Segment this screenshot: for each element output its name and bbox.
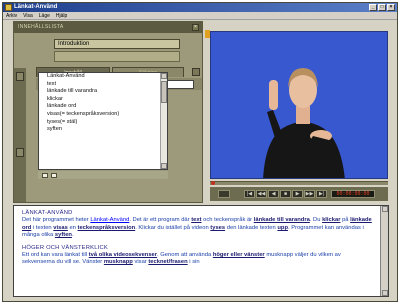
list-item[interactable]: länkade ord <box>39 103 167 111</box>
text-span: . <box>288 224 290 231</box>
text-span: och teckenspråk är <box>203 217 253 224</box>
skip-end-button[interactable]: ▶| <box>316 190 327 198</box>
scroll-down-icon[interactable] <box>161 163 167 169</box>
linked-word[interactable]: text <box>191 217 201 223</box>
menu-visa[interactable]: Visa <box>23 12 33 19</box>
list-item[interactable]: syften <box>39 126 167 134</box>
text-scrollbar[interactable] <box>380 206 388 296</box>
linked-word[interactable]: teckenspråksversion <box>78 225 136 231</box>
timeline-knob[interactable] <box>211 181 215 185</box>
menu-hjalp[interactable]: Hjälp <box>56 12 67 19</box>
menu-arkiv[interactable]: Arkiv <box>6 12 17 19</box>
play-button[interactable]: ▶ <box>292 190 303 198</box>
text-pane[interactable]: LÄNKAT-ANVÄND Det här programmet heter L… <box>13 205 389 297</box>
side-tool-button[interactable] <box>16 72 24 81</box>
list-item[interactable]: klickar <box>39 96 167 104</box>
window-title: Länkat-Använd <box>14 4 58 10</box>
topic-list: Länkat-Använd text länkade till varandra… <box>38 72 168 170</box>
text-span: den länkade texten <box>226 224 276 231</box>
close-button[interactable]: × <box>387 4 395 11</box>
menu-bar: Arkiv Visa Läge Hjälp <box>3 12 397 20</box>
skip-start-button[interactable]: |◀ <box>244 190 255 198</box>
scroll-up-icon[interactable] <box>382 206 388 212</box>
text-span: . Klickar du istället på videon <box>135 224 209 231</box>
volume-icon[interactable] <box>218 190 230 198</box>
signer-video-image <box>263 68 345 178</box>
maximize-button[interactable]: □ <box>378 4 386 11</box>
text-span: i sin <box>189 259 200 266</box>
section-heading: HÖGER OCH VÄNSTERKLICK <box>22 244 108 251</box>
minimize-button[interactable]: _ <box>369 4 377 11</box>
list-item[interactable]: tyses(= stäl) <box>39 119 167 127</box>
fast-forward-button[interactable]: ▶▶ <box>304 190 315 198</box>
text-content: LÄNKAT-ANVÄND Det här programmet heter L… <box>22 210 374 267</box>
current-title-field[interactable]: Introduktion <box>54 39 180 49</box>
player-controls: |◀ ◀◀ ◀ ■ ▶ ▶▶ ▶| 00:00:00:00 <box>210 187 388 201</box>
rewind-button[interactable]: ◀◀ <box>256 190 267 198</box>
linked-word[interactable]: höger eller vänster <box>213 252 265 258</box>
time-counter: 00:00:00:00 <box>331 190 375 198</box>
side-toolbar <box>14 68 26 202</box>
text-span: en <box>69 224 76 231</box>
text-span: i texten <box>32 224 52 231</box>
text-span: Ett ord kan vara länkat till <box>22 252 88 259</box>
text-span: . Du <box>309 217 321 224</box>
video-player[interactable] <box>210 31 388 179</box>
panel-header: INNEHÅLLSLISTA <box>14 22 202 33</box>
text-span: . <box>71 232 74 239</box>
subtitle-field[interactable] <box>54 51 180 62</box>
linked-word[interactable]: tecknet/frasen <box>148 259 187 265</box>
linked-word[interactable]: två olika videosekvenser <box>89 252 157 258</box>
app-icon <box>5 4 12 11</box>
list-nav-button[interactable] <box>51 172 57 178</box>
linked-word[interactable]: visas <box>53 225 68 231</box>
paragraph-1: Det här programmet heter Länkat-Använd. … <box>22 217 374 239</box>
list-item[interactable]: länkade till varandra <box>39 88 167 96</box>
window-controls: _ □ × <box>369 4 395 11</box>
text-span: på <box>342 217 349 224</box>
list-item[interactable]: visas(= teckenspråksversion) <box>39 111 167 119</box>
linked-word[interactable]: upp <box>277 225 288 231</box>
linked-word[interactable]: syften <box>55 232 72 238</box>
video-timeline[interactable] <box>210 181 388 185</box>
panel-close-icon[interactable]: × <box>192 24 199 31</box>
stop-button[interactable]: ■ <box>280 190 291 198</box>
side-tool-button[interactable] <box>16 148 24 157</box>
menu-lage[interactable]: Läge <box>39 12 50 19</box>
list-item[interactable]: text <box>39 81 167 89</box>
paragraph-2: Ett ord kan vara länkat till två olika v… <box>22 252 374 267</box>
text-span: . Genom att använda <box>157 252 212 259</box>
text-span: visar <box>134 259 147 266</box>
pin-icon[interactable] <box>192 68 200 76</box>
linked-word[interactable]: länkade till varandra <box>254 217 310 223</box>
list-scrollbar[interactable] <box>160 73 167 169</box>
linked-word[interactable]: Länkat-Använd <box>90 217 129 223</box>
list-footer <box>38 171 168 179</box>
scroll-thumb[interactable] <box>161 81 167 103</box>
linked-word[interactable]: klickar <box>322 217 340 223</box>
title-bar: Länkat-Använd _ □ × <box>3 3 397 12</box>
list-nav-button[interactable] <box>42 172 48 178</box>
list-item[interactable]: Länkat-Använd <box>39 73 167 81</box>
linked-word[interactable]: musknapp <box>104 259 133 265</box>
text-span: . Det är ett program där <box>129 217 190 224</box>
scroll-down-icon[interactable] <box>382 290 388 296</box>
scroll-up-icon[interactable] <box>161 73 167 79</box>
text-span: Det här programmet heter <box>22 217 89 224</box>
linked-word[interactable]: tyses <box>210 225 225 231</box>
step-back-button[interactable]: ◀ <box>268 190 279 198</box>
